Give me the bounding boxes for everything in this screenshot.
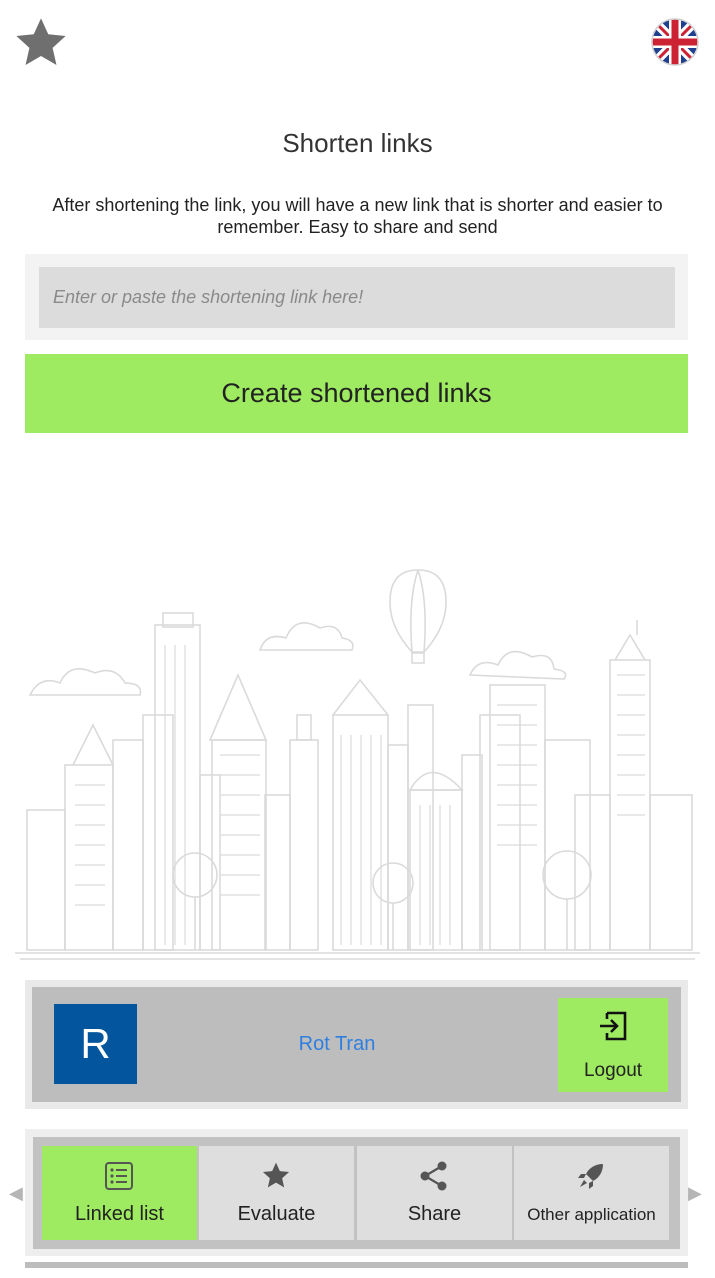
city-skyline-illustration bbox=[15, 565, 700, 965]
tab-label: Linked list bbox=[75, 1203, 164, 1225]
bottom-divider bbox=[25, 1262, 688, 1268]
user-panel: R Rot Tran Logout bbox=[25, 980, 688, 1109]
tabs-next-arrow-icon[interactable]: ▶ bbox=[688, 1183, 702, 1204]
logout-icon bbox=[600, 1011, 627, 1041]
star-icon bbox=[262, 1162, 290, 1188]
tab-label: Share bbox=[407, 1203, 462, 1225]
favorite-star-icon[interactable] bbox=[12, 14, 70, 72]
logout-button[interactable]: Logout bbox=[558, 998, 668, 1092]
tab-share[interactable]: Share bbox=[357, 1146, 512, 1240]
logout-label: Logout bbox=[583, 1060, 643, 1081]
link-input[interactable] bbox=[39, 267, 675, 328]
uk-flag-icon[interactable] bbox=[651, 18, 699, 66]
tab-label: Other application bbox=[527, 1205, 656, 1224]
link-input-container bbox=[25, 254, 688, 340]
tab-other-application[interactable]: Other application bbox=[514, 1146, 669, 1240]
bottom-tabs-inner: Linked list Evaluate Share Other applica… bbox=[33, 1137, 680, 1249]
page-title: Shorten links bbox=[282, 128, 433, 158]
list-icon bbox=[105, 1162, 133, 1190]
tab-label: Evaluate bbox=[237, 1203, 316, 1225]
avatar: R bbox=[54, 1004, 137, 1084]
bottom-tabs: Linked list Evaluate Share Other applica… bbox=[25, 1129, 688, 1256]
user-panel-inner: R Rot Tran Logout bbox=[32, 987, 681, 1102]
page-description: After shortening the link, you will have… bbox=[52, 195, 663, 237]
tab-linked-list[interactable]: Linked list bbox=[42, 1146, 197, 1240]
create-shortened-links-button[interactable]: Create shortened links bbox=[25, 354, 688, 433]
user-name-link[interactable]: Rot Tran bbox=[232, 1033, 442, 1056]
tab-evaluate[interactable]: Evaluate bbox=[199, 1146, 354, 1240]
rocket-icon bbox=[578, 1164, 603, 1189]
tabs-prev-arrow-icon[interactable]: ◀ bbox=[9, 1183, 23, 1204]
share-icon bbox=[420, 1161, 447, 1191]
